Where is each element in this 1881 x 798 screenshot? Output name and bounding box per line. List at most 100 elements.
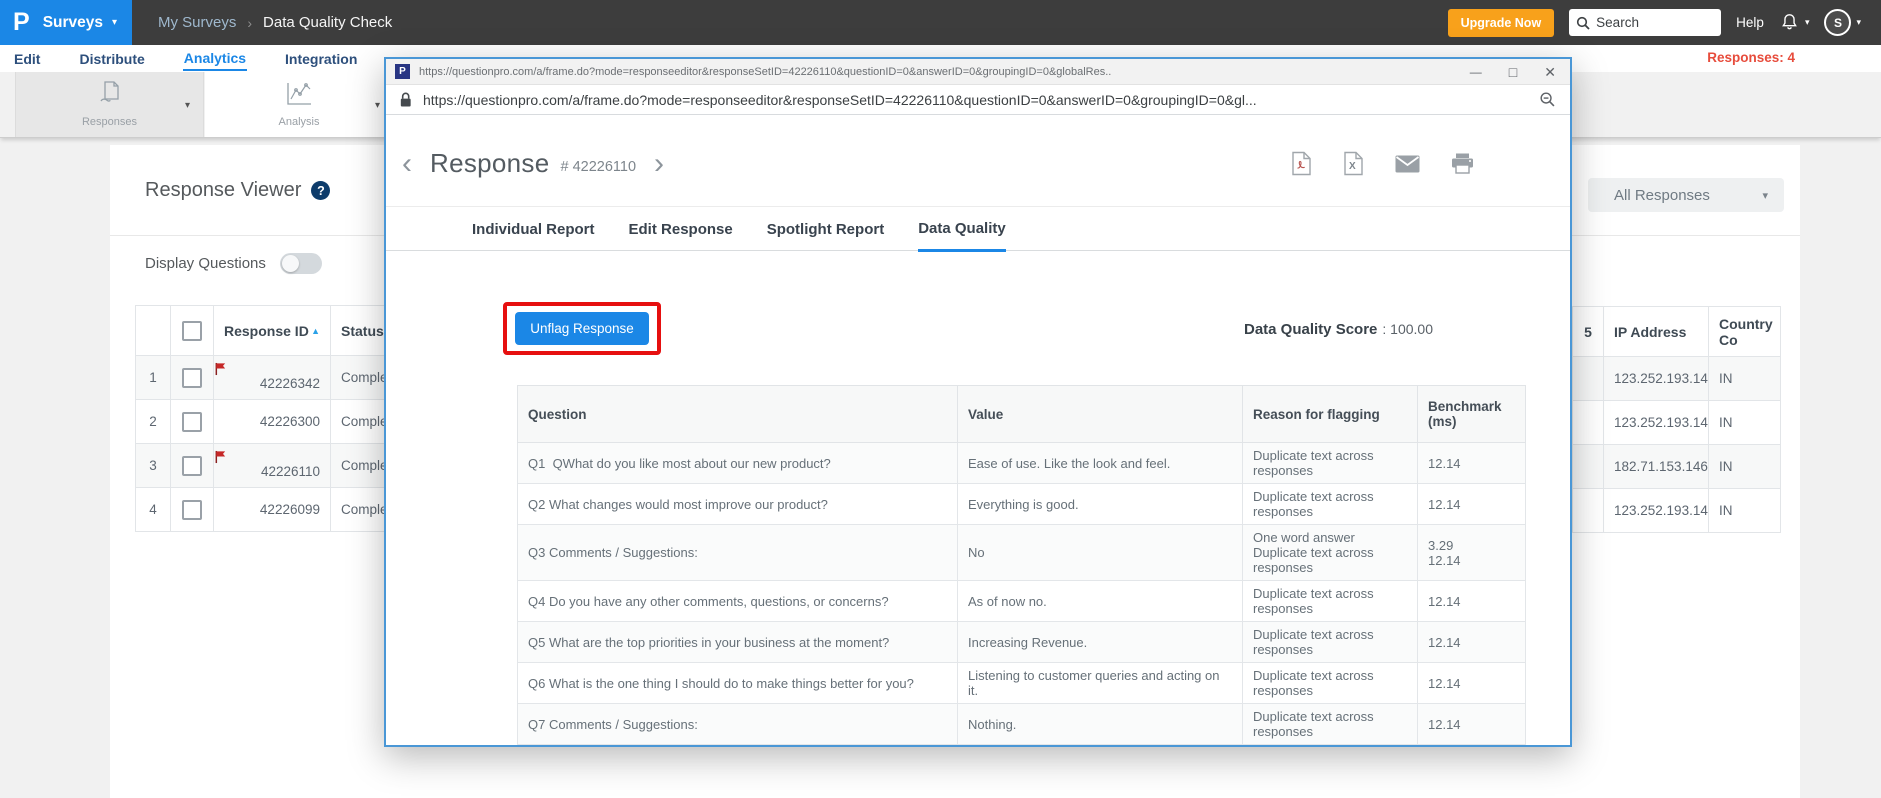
product-switcher[interactable]: P Surveys ▾: [0, 0, 132, 45]
tab-edit-response[interactable]: Edit Response: [629, 221, 733, 250]
question-header: Question: [517, 385, 958, 443]
response-title: Response: [430, 148, 550, 178]
benchmark-cell: 12.14: [1417, 483, 1526, 525]
help-link[interactable]: Help: [1736, 15, 1764, 30]
toolbar-tab-analysis[interactable]: Analysis ▾: [205, 72, 394, 137]
sort-asc-icon[interactable]: ▲: [311, 326, 320, 336]
toolbar-tab-responses[interactable]: Responses ▾: [15, 72, 204, 137]
tab-data-quality[interactable]: Data Quality: [918, 220, 1006, 252]
country-cell: IN: [1708, 400, 1781, 445]
next-response-icon[interactable]: ›: [650, 148, 668, 179]
question-cell: Q6 What is the one thing I should do to …: [517, 662, 958, 704]
question-cell: Q5 What are the top priorities in your b…: [517, 621, 958, 663]
table-row: Q5 What are the top priorities in your b…: [517, 621, 1526, 663]
nav-item-analytics[interactable]: Analytics: [182, 47, 248, 71]
response-id-header[interactable]: Response ID: [224, 323, 309, 339]
benchmark-cell: 12.14: [1417, 442, 1526, 484]
response-id: # 42226110: [560, 158, 637, 175]
search-input[interactable]: [1596, 15, 1707, 30]
unflag-response-button[interactable]: Unflag Response: [515, 312, 649, 345]
reason-cell: Duplicate text across responses: [1242, 662, 1418, 704]
breadcrumb-current: Data Quality Check: [263, 14, 393, 31]
table-row: 123.252.193.148 IN: [1572, 488, 1781, 533]
toolbar-tab-label: Responses: [81, 116, 138, 128]
red-highlight-annotation: Unflag Response: [503, 302, 661, 355]
popup-title-bar: P https://questionpro.com/a/frame.do?mod…: [386, 59, 1570, 85]
excel-export-icon[interactable]: X: [1343, 151, 1364, 176]
email-icon[interactable]: [1395, 155, 1420, 173]
country-cell: IN: [1708, 488, 1781, 533]
table-row: Q6 What is the one thing I should do to …: [517, 662, 1526, 704]
reason-cell: Duplicate text across responses: [1242, 580, 1418, 622]
upgrade-now-button[interactable]: Upgrade Now: [1447, 8, 1555, 37]
search-icon: [1576, 16, 1590, 30]
tab-spotlight-report[interactable]: Spotlight Report: [767, 221, 884, 250]
country-cell: IN: [1708, 444, 1781, 489]
bell-icon: [1779, 12, 1800, 33]
global-search[interactable]: [1569, 9, 1722, 36]
pdf-export-icon[interactable]: [1291, 151, 1312, 176]
nav-item-distribute[interactable]: Distribute: [78, 48, 145, 70]
response-id-link[interactable]: 42226342: [213, 355, 331, 400]
data-quality-score: Data Quality Score : 100.00: [1244, 321, 1433, 338]
question-cell: Q4 Do you have any other comments, quest…: [517, 580, 958, 622]
table-row: Q2 What changes would most improve our p…: [517, 483, 1526, 525]
screen: P Surveys ▾ My Surveys › Data Quality Ch…: [0, 0, 1881, 798]
response-id-link[interactable]: 42226300: [213, 399, 331, 444]
responses-document-icon: [97, 80, 123, 108]
benchmark-cell: 12.14: [1417, 621, 1526, 663]
display-questions-toggle[interactable]: [279, 253, 322, 274]
window-title-url: https://questionpro.com/a/frame.do?mode=…: [419, 65, 1112, 78]
chevron-down-icon[interactable]: ▾: [375, 100, 380, 111]
benchmark-header: Benchmark (ms): [1417, 385, 1526, 443]
table-row: Q3 Comments / Suggestions: No One word a…: [517, 524, 1526, 581]
value-cell: No: [957, 524, 1243, 581]
value-header: Value: [957, 385, 1243, 443]
reason-cell: One word answer Duplicate text across re…: [1242, 524, 1418, 581]
ip-address-header[interactable]: IP Address: [1603, 306, 1709, 357]
row-number-header: [135, 305, 171, 356]
value-cell: Increasing Revenue.: [957, 621, 1243, 663]
address-url[interactable]: https://questionpro.com/a/frame.do?mode=…: [423, 92, 1539, 108]
value-cell: As of now no.: [957, 580, 1243, 622]
row-checkbox[interactable]: [182, 455, 202, 476]
response-id-link[interactable]: 42226099: [213, 487, 331, 532]
print-icon[interactable]: [1451, 153, 1474, 174]
help-icon[interactable]: ?: [311, 181, 331, 200]
zoom-out-icon[interactable]: [1539, 91, 1556, 108]
response-filter-dropdown[interactable]: All Responses ▾: [1588, 178, 1784, 212]
tab-individual-report[interactable]: Individual Report: [472, 221, 595, 250]
table-row: 4 42226099 Comple: [135, 487, 395, 532]
response-id-link[interactable]: 42226110: [213, 443, 331, 488]
row-checkbox[interactable]: [182, 499, 202, 520]
select-all-checkbox[interactable]: [182, 320, 202, 341]
chevron-down-icon: ▾: [1762, 189, 1768, 202]
table-row: 182.71.153.146 IN: [1572, 444, 1781, 489]
chevron-down-icon: ▾: [1856, 17, 1861, 27]
row-checkbox[interactable]: [182, 411, 202, 432]
question-cell: Q2 What changes would most improve our p…: [517, 483, 958, 525]
minimize-icon[interactable]: —: [1470, 66, 1482, 78]
top-bar: P Surveys ▾ My Surveys › Data Quality Ch…: [0, 0, 1881, 45]
nav-item-integration[interactable]: Integration: [284, 48, 358, 70]
score-value: : 100.00: [1382, 321, 1433, 337]
row-checkbox[interactable]: [182, 367, 202, 388]
breadcrumb-my-surveys[interactable]: My Surveys: [158, 14, 236, 31]
topbar-right: Upgrade Now Help ▾ S ▾: [1447, 8, 1881, 37]
maximize-icon[interactable]: □: [1509, 65, 1517, 79]
notifications-menu[interactable]: ▾: [1779, 12, 1809, 33]
close-icon[interactable]: ✕: [1544, 65, 1556, 79]
data-quality-table: Question Value Reason for flagging Bench…: [517, 385, 1526, 745]
reason-cell: Duplicate text across responses: [1242, 442, 1418, 484]
nav-item-edit[interactable]: Edit: [13, 48, 41, 70]
previous-response-icon[interactable]: ‹: [398, 148, 416, 179]
chevron-down-icon[interactable]: ▾: [185, 100, 190, 111]
page-title: Response Viewer: [145, 179, 302, 201]
row-number: 2: [135, 399, 171, 444]
responses-count: Responses: 4: [1707, 50, 1795, 65]
svg-text:X: X: [1349, 161, 1356, 172]
value-cell: Ease of use. Like the look and feel.: [957, 442, 1243, 484]
account-menu[interactable]: S ▾: [1824, 9, 1861, 36]
country-code-header[interactable]: Country Co: [1708, 306, 1781, 357]
table-row: 2 42226300 Comple: [135, 399, 395, 444]
